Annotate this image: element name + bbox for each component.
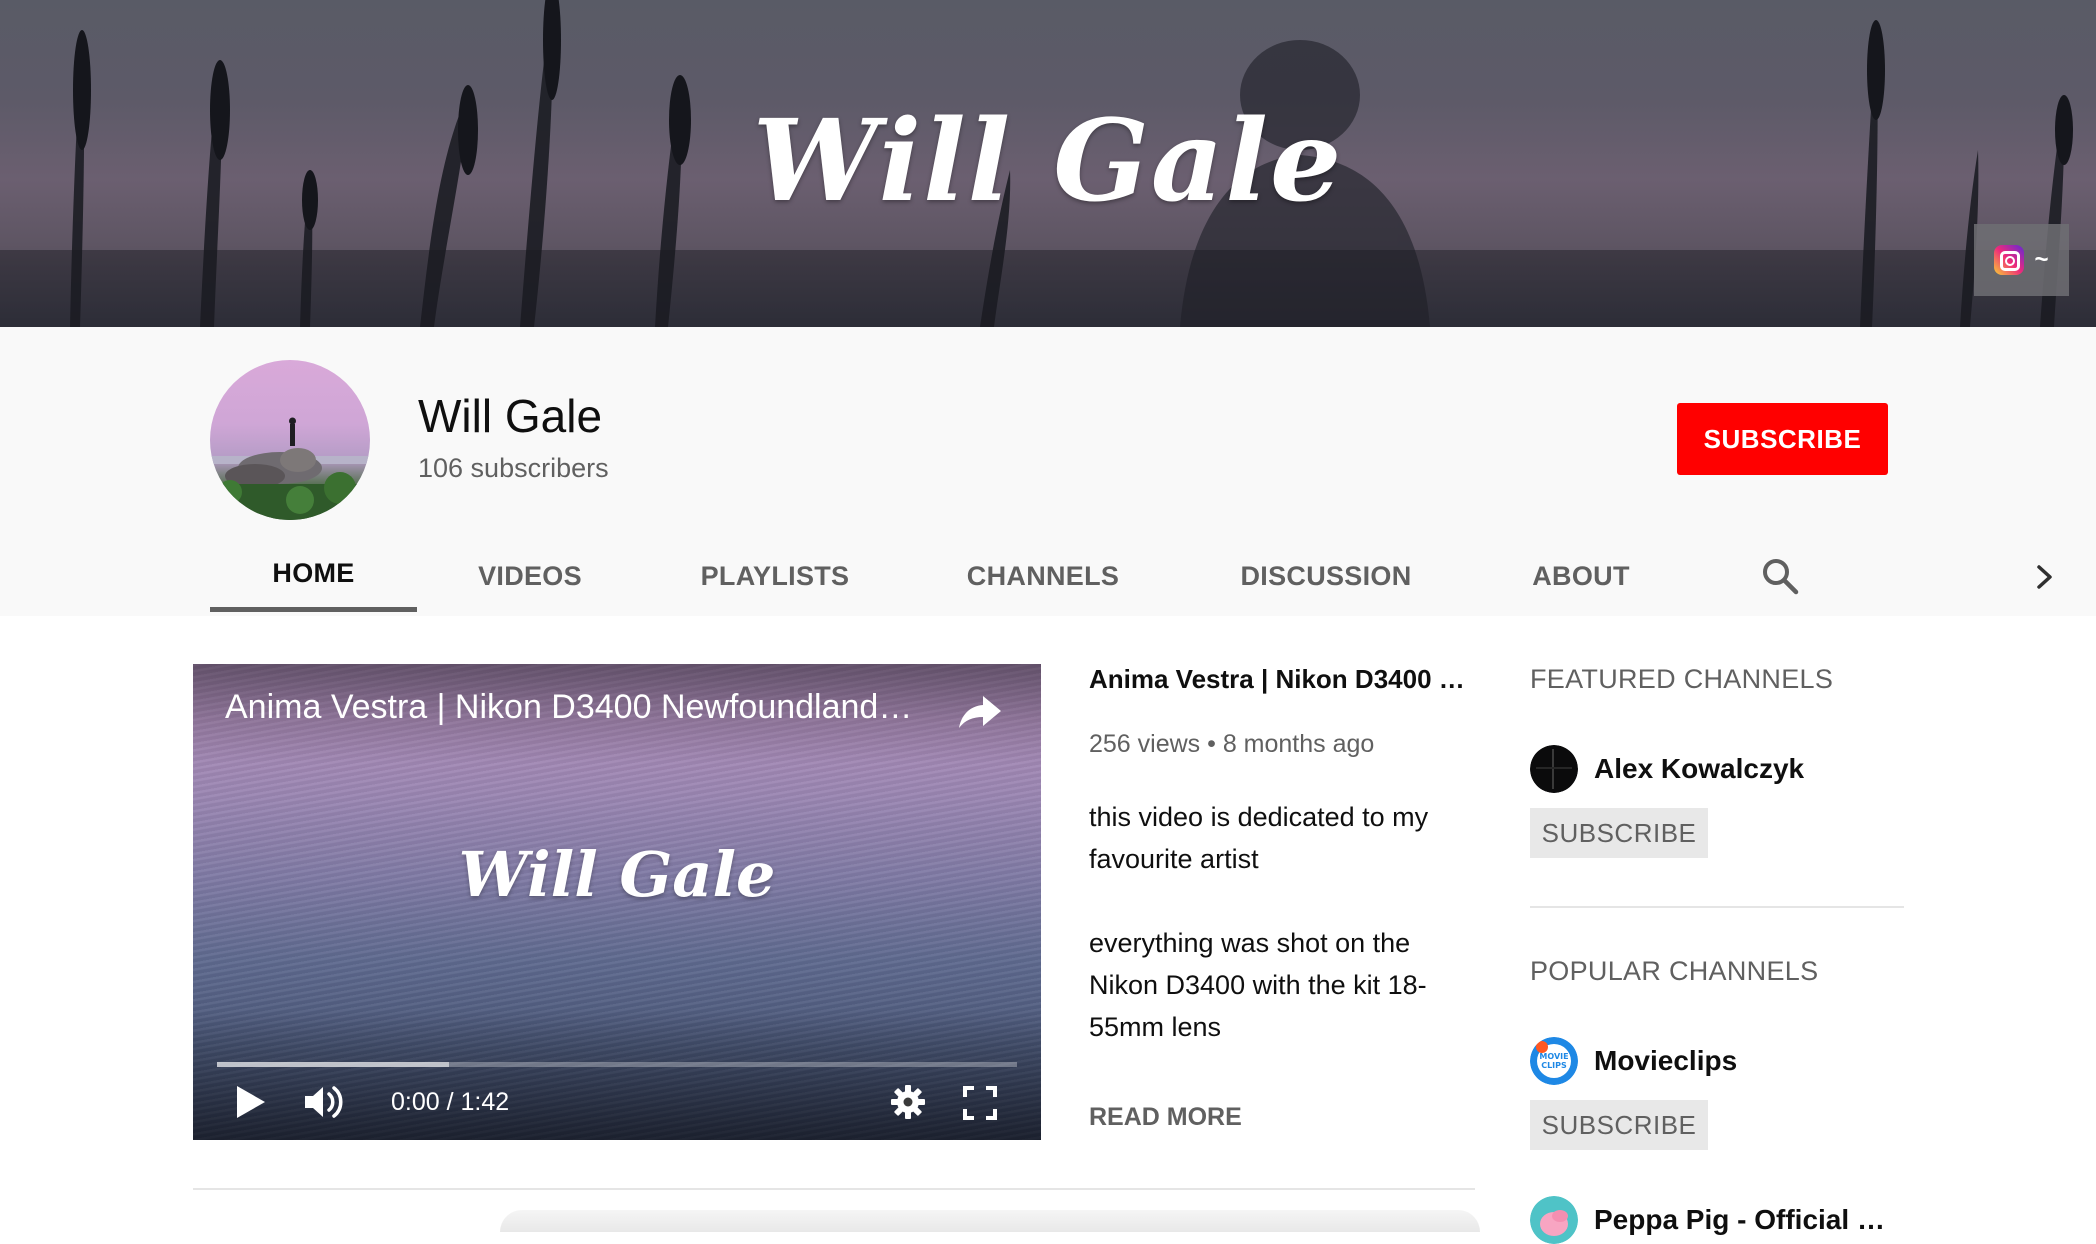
description-paragraph: everything was shot on the Nikon D3400 w…	[1089, 928, 1427, 1042]
tab-home[interactable]: HOME	[210, 540, 417, 612]
tab-about[interactable]: ABOUT	[1520, 540, 1642, 612]
subscribe-button-movieclips[interactable]: SUBSCRIBE	[1530, 1100, 1708, 1150]
tab-playlists[interactable]: PLAYLISTS	[690, 540, 860, 612]
settings-gear-icon[interactable]	[890, 1084, 926, 1120]
channel-banner: Will Gale ~	[0, 0, 2096, 327]
banner-title: Will Gale	[752, 96, 1344, 227]
divider	[193, 1188, 1475, 1190]
avatar-landscape	[210, 417, 370, 520]
description-paragraph: this video is dedicated to my favourite …	[1089, 802, 1429, 874]
read-more-link[interactable]: READ MORE	[1089, 1103, 1242, 1132]
video-description: this video is dedicated to my favourite …	[1089, 796, 1479, 1090]
tab-discussion[interactable]: DISCUSSION	[1236, 540, 1416, 612]
featured-channels-heading: FEATURED CHANNELS	[1530, 664, 1834, 694]
play-icon[interactable]	[233, 1082, 269, 1122]
svg-text:CLIPS: CLIPS	[1541, 1061, 1567, 1070]
fullscreen-icon[interactable]	[963, 1086, 997, 1120]
channel-avatar[interactable]	[210, 360, 370, 520]
time-readout: 0:00 / 1:42	[391, 1088, 510, 1116]
subscribe-button[interactable]: SUBSCRIBE	[1677, 403, 1888, 475]
player-title[interactable]: Anima Vestra | Nikon D3400 Newfoundland…	[225, 688, 945, 727]
video-meta: 256 views • 8 months ago	[1089, 730, 1375, 758]
subscribe-button-alex[interactable]: SUBSCRIBE	[1530, 808, 1708, 858]
sidebar-divider	[1530, 906, 1904, 908]
featured-channel-item[interactable]: Alex Kowalczyk	[1530, 745, 1804, 793]
banner-link-more: ~	[2034, 246, 2049, 273]
progress-buffered	[217, 1062, 449, 1067]
channel-tabs: HOME VIDEOS PLAYLISTS CHANNELS DISCUSSIO…	[0, 540, 2096, 616]
channel-avatar-peppa	[1530, 1196, 1578, 1244]
share-icon[interactable]	[957, 692, 1003, 732]
tab-videos[interactable]: VIDEOS	[460, 540, 600, 612]
next-section-edge	[500, 1210, 1480, 1232]
banner-social-link[interactable]: ~	[1974, 224, 2069, 296]
subscriber-count: 106 subscribers	[418, 453, 609, 483]
popular-channel-item[interactable]: MOVIE CLIPS Movieclips	[1530, 1037, 1737, 1085]
channel-name-label[interactable]: Alex Kowalczyk	[1594, 753, 1804, 785]
channel-name-label[interactable]: Movieclips	[1594, 1045, 1737, 1077]
channel-header: Will Gale 106 subscribers SUBSCRIBE HOME…	[0, 327, 2096, 616]
video-overlay-title: Will Gale	[458, 838, 776, 911]
channel-name: Will Gale	[418, 390, 603, 442]
channel-avatar-alex	[1530, 745, 1578, 793]
channel-avatar-movieclips: MOVIE CLIPS	[1530, 1037, 1578, 1085]
volume-icon[interactable]	[303, 1082, 347, 1122]
popular-channel-item[interactable]: Peppa Pig - Official Ch…	[1530, 1196, 1894, 1244]
chevron-right-icon[interactable]	[2030, 560, 2060, 594]
channel-name-label[interactable]: Peppa Pig - Official Ch…	[1594, 1204, 1894, 1236]
tab-channels[interactable]: CHANNELS	[960, 540, 1126, 612]
movieclips-logo-text: MOVIE	[1539, 1052, 1568, 1061]
popular-channels-heading: POPULAR CHANNELS	[1530, 956, 1819, 986]
search-icon[interactable]	[1760, 556, 1800, 596]
instagram-icon	[1994, 245, 2025, 275]
video-player[interactable]: Anima Vestra | Nikon D3400 Newfoundland……	[193, 664, 1041, 1140]
progress-bar[interactable]	[217, 1062, 1017, 1067]
video-title-link[interactable]: Anima Vestra | Nikon D3400 …	[1089, 664, 1469, 695]
